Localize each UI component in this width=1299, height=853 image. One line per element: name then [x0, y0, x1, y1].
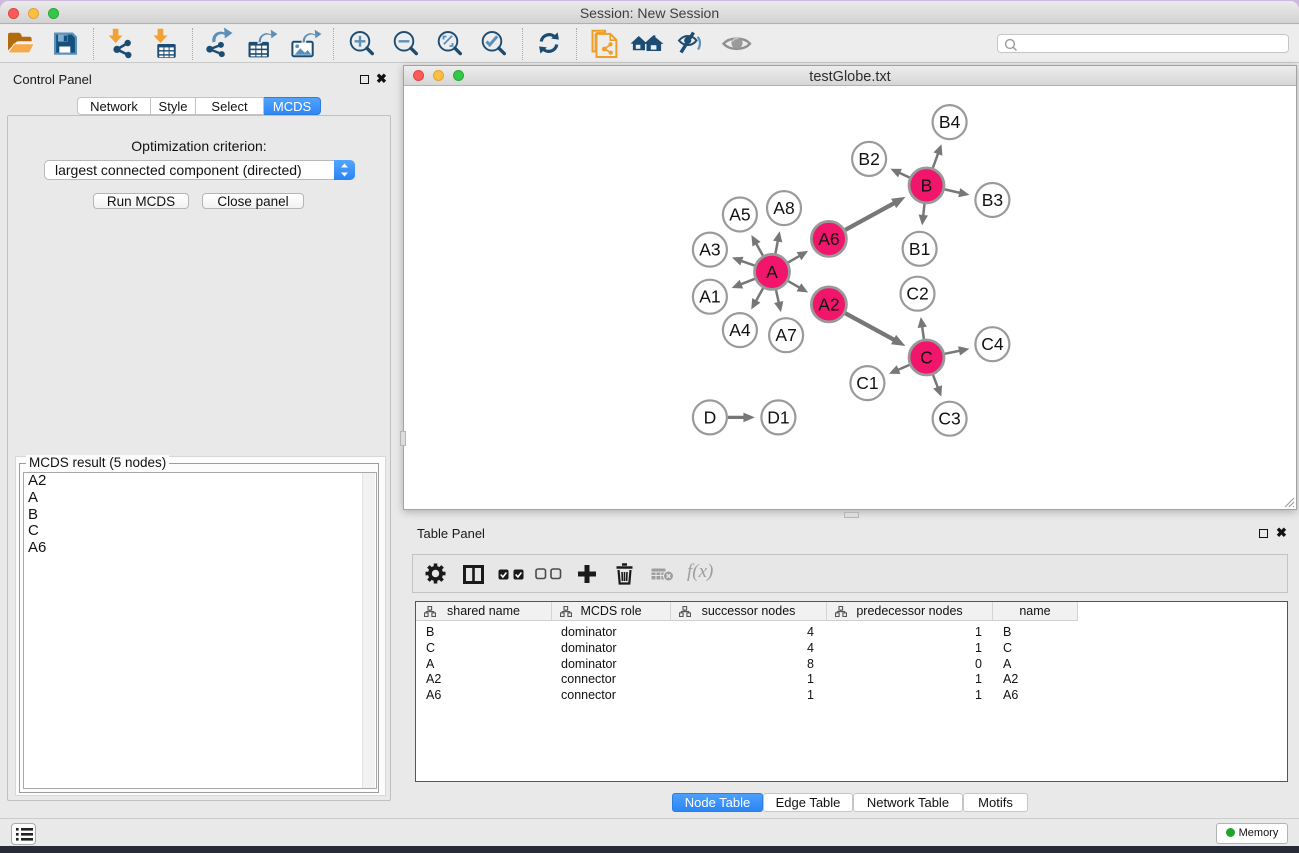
svg-text:A: A [766, 262, 778, 282]
svg-text:C: C [920, 348, 933, 368]
svg-text:A5: A5 [729, 205, 750, 225]
svg-text:B: B [921, 175, 933, 195]
svg-text:B2: B2 [858, 149, 879, 169]
svg-text:C2: C2 [906, 284, 928, 304]
svg-text:B4: B4 [939, 112, 961, 132]
svg-text:D: D [704, 407, 717, 427]
svg-text:D1: D1 [767, 407, 789, 427]
svg-text:A6: A6 [818, 229, 839, 249]
svg-text:C1: C1 [856, 373, 878, 393]
svg-text:B1: B1 [909, 239, 930, 259]
svg-text:A2: A2 [818, 294, 839, 314]
svg-text:A8: A8 [773, 198, 794, 218]
svg-text:A3: A3 [699, 240, 720, 260]
svg-text:C4: C4 [981, 334, 1004, 354]
svg-text:A4: A4 [729, 320, 751, 340]
svg-text:A1: A1 [699, 287, 720, 307]
svg-text:B3: B3 [982, 190, 1003, 210]
svg-text:C3: C3 [938, 409, 960, 429]
svg-text:A7: A7 [775, 325, 796, 345]
